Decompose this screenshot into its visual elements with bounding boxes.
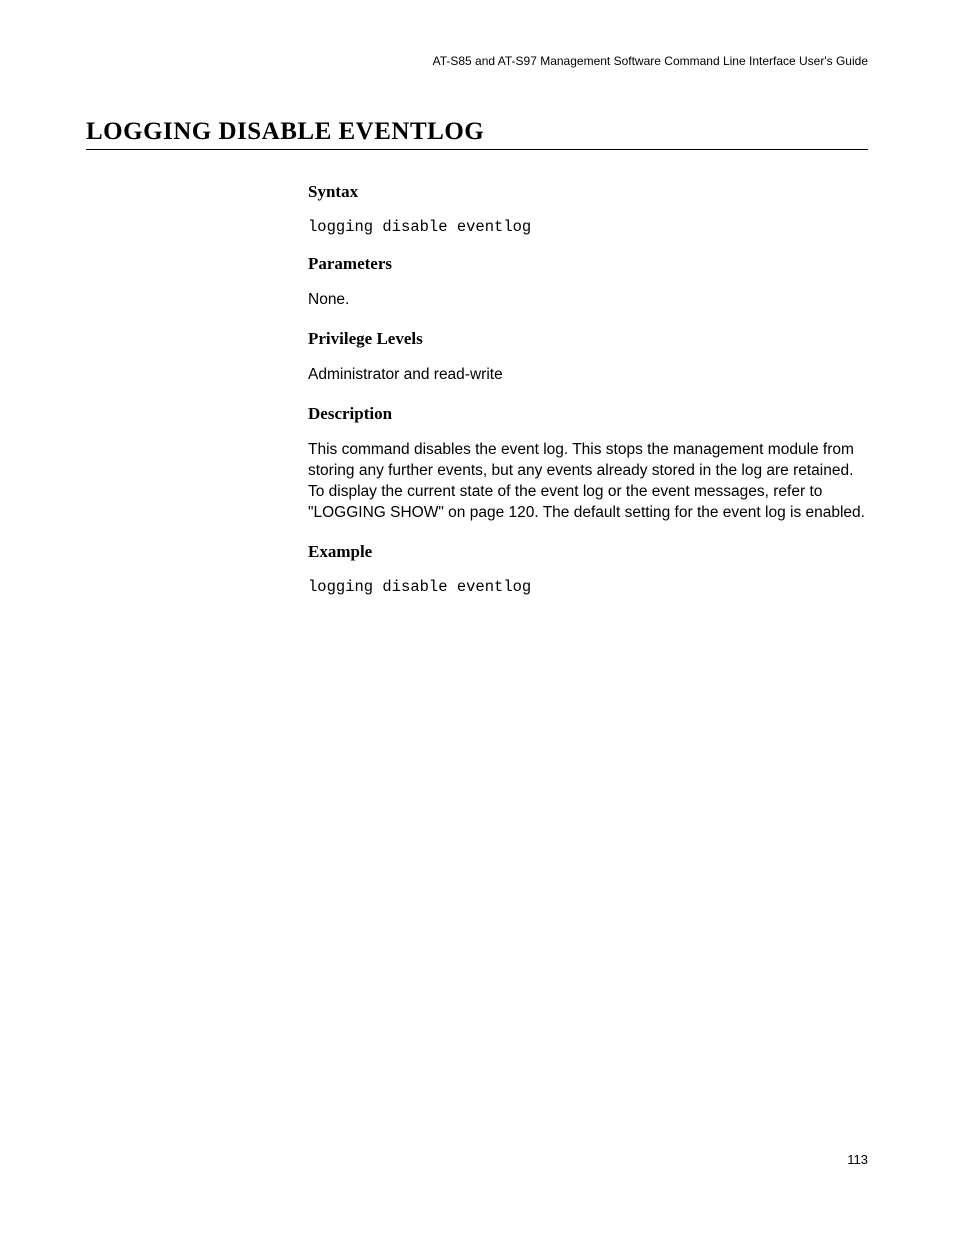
description-text: This command disables the event log. Thi… <box>308 440 868 524</box>
syntax-heading: Syntax <box>308 182 868 202</box>
privilege-text: Administrator and read-write <box>308 365 868 386</box>
example-code: logging disable eventlog <box>308 578 868 596</box>
page-title: LOGGING DISABLE EVENTLOG <box>86 118 484 146</box>
header-guide-title: AT-S85 and AT-S97 Management Software Co… <box>433 54 868 68</box>
title-underline <box>86 149 868 150</box>
content-area: Syntax logging disable eventlog Paramete… <box>308 182 868 614</box>
parameters-heading: Parameters <box>308 254 868 274</box>
example-heading: Example <box>308 542 868 562</box>
syntax-code: logging disable eventlog <box>308 218 868 236</box>
privilege-heading: Privilege Levels <box>308 329 868 349</box>
page-number: 113 <box>847 1152 868 1167</box>
description-heading: Description <box>308 404 868 424</box>
parameters-text: None. <box>308 290 868 311</box>
